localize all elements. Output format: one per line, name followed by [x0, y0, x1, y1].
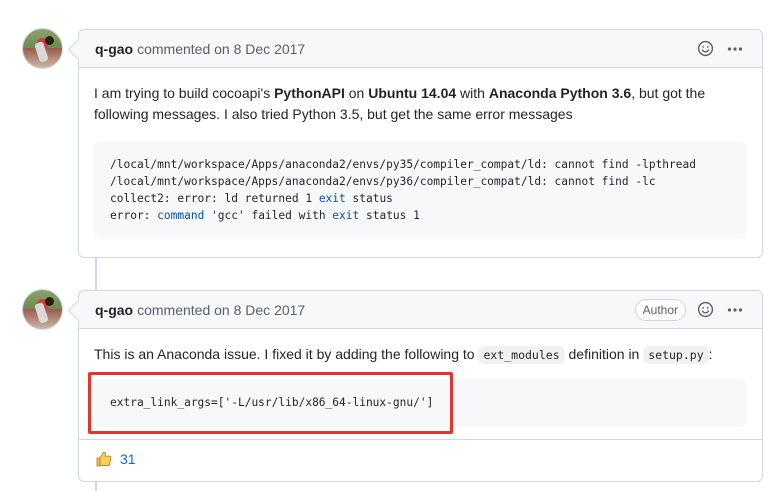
thumbs-up-icon: [96, 451, 112, 466]
more-options-kebab-icon[interactable]: [725, 39, 744, 58]
code-keyword: exit: [332, 209, 360, 222]
thumbs-up-reaction[interactable]: 31: [95, 450, 136, 468]
bold-term: Anaconda Python 3.6: [488, 85, 632, 101]
code-line-text: status 1: [359, 209, 420, 222]
reactions-bar: 31: [79, 439, 762, 477]
reaction-count: 31: [120, 450, 136, 467]
comment-card: q-gao commented on 8 Dec 2017 I am tryin…: [78, 29, 763, 258]
comment-author[interactable]: q-gao: [95, 302, 133, 318]
body-text: on: [344, 85, 369, 101]
comment-text: This is an Anaconda issue. I fixed it by…: [94, 344, 746, 366]
code-line: /local/mnt/workspace/Apps/anaconda2/envs…: [110, 158, 696, 171]
comment-meta: commented on 8 Dec 2017: [137, 40, 306, 57]
code-line-text: 'gcc' failed with: [204, 209, 333, 222]
body-text: with: [456, 85, 489, 101]
code-keyword: command: [157, 209, 205, 222]
highlight-annotation-box: [88, 372, 453, 434]
comment-text: I am trying to build cocoapi's PythonAPI…: [94, 83, 746, 125]
body-text: definition in: [564, 346, 644, 362]
author-badge: Author: [634, 298, 686, 321]
timeline-connector: [95, 482, 97, 491]
code-line-text: collect2: error: ld returned 1: [110, 192, 319, 205]
comment-header: q-gao commented on 8 Dec 2017: [79, 30, 762, 68]
code-keyword: exit: [318, 192, 346, 205]
inline-code: ext_modules: [478, 346, 565, 364]
code-line-text: error:: [110, 209, 158, 222]
comment-actions: Author: [634, 298, 744, 321]
timeline-connector: [95, 257, 97, 290]
body-text: :: [708, 346, 713, 362]
avatar[interactable]: [22, 28, 63, 69]
comment-body: I am trying to build cocoapi's PythonAPI…: [79, 68, 762, 255]
body-text: This is an Anaconda issue. I fixed it by…: [94, 346, 479, 362]
bold-term: PythonAPI: [274, 85, 345, 101]
bold-term: Ubuntu 14.04: [368, 85, 457, 101]
comment-meta: commented on 8 Dec 2017: [137, 301, 306, 318]
body-text: I am trying to build cocoapi's: [94, 85, 275, 101]
inline-code: setup.py: [643, 346, 709, 364]
comment-actions: [696, 39, 744, 58]
error-code-block: /local/mnt/workspace/Apps/anaconda2/envs…: [94, 141, 746, 239]
add-reaction-smiley-icon[interactable]: [696, 300, 715, 319]
add-reaction-smiley-icon[interactable]: [696, 39, 715, 58]
code-line-text: status: [345, 192, 393, 205]
code-line: /local/mnt/workspace/Apps/anaconda2/envs…: [110, 175, 656, 188]
avatar[interactable]: [22, 289, 63, 330]
comment-author[interactable]: q-gao: [95, 41, 133, 57]
comment-header: q-gao commented on 8 Dec 2017 Author: [79, 291, 762, 329]
more-options-kebab-icon[interactable]: [725, 300, 744, 319]
